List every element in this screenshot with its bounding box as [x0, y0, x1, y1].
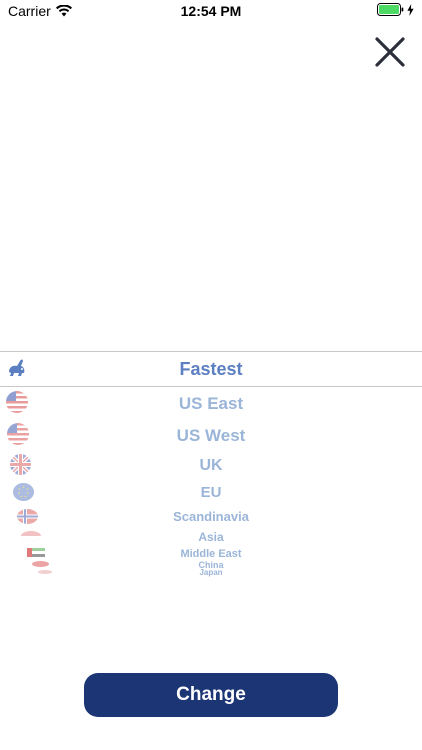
- picker-item-label: EU: [200, 484, 222, 501]
- picker-item-label: US East: [178, 394, 244, 413]
- picker-item-label: Middle East: [180, 548, 242, 560]
- norway-flag-icon: [17, 509, 38, 524]
- picker-item-middle-east[interactable]: Middle East: [0, 549, 422, 560]
- picker-item-label: Fastest: [179, 359, 243, 379]
- picker-item-asia[interactable]: Asia: [0, 531, 422, 544]
- picker-item-scandinavia[interactable]: Scandinavia: [0, 509, 422, 524]
- status-bar: Carrier 12:54 PM: [0, 0, 422, 22]
- picker-item-us-east[interactable]: US East: [0, 393, 422, 415]
- picker-item-uk[interactable]: UK: [0, 456, 422, 476]
- battery-full-icon: [377, 3, 404, 16]
- status-time: 12:54 PM: [180, 3, 242, 19]
- close-button[interactable]: [372, 34, 408, 70]
- picker-item-label: Scandinavia: [173, 509, 249, 524]
- uk-flag-icon: [10, 454, 31, 475]
- picker-item-label: US West: [176, 426, 246, 445]
- picker-item-us-west[interactable]: US West: [0, 425, 422, 447]
- picker-item-label: Japan: [199, 568, 223, 577]
- china-flag-icon: [32, 561, 49, 567]
- close-icon: [375, 37, 405, 67]
- picker-selection-top-line: [0, 351, 422, 352]
- status-right: [377, 3, 414, 16]
- us-flag-icon: [7, 423, 29, 445]
- server-picker[interactable]: Fastest US East US West UK EU Scandinavi…: [0, 351, 422, 581]
- picker-item-fastest[interactable]: Fastest: [0, 358, 422, 380]
- us-flag-icon: [6, 391, 28, 413]
- eu-flag-icon: [13, 483, 34, 501]
- japan-flag-icon: [38, 570, 52, 574]
- picker-item-label: UK: [199, 457, 223, 474]
- uae-flag-icon: [27, 548, 45, 557]
- change-button[interactable]: Change: [84, 673, 338, 717]
- picker-item-label: Asia: [198, 530, 224, 544]
- rabbit-icon: [9, 359, 25, 376]
- picker-selection-bottom-line: [0, 386, 422, 387]
- picker-item-eu[interactable]: EU: [0, 484, 422, 502]
- charging-bolt-icon: [407, 3, 414, 16]
- picker-item-japan[interactable]: Japan: [0, 569, 422, 577]
- change-button-label: Change: [176, 684, 246, 705]
- singapore-flag-icon: [21, 531, 41, 541]
